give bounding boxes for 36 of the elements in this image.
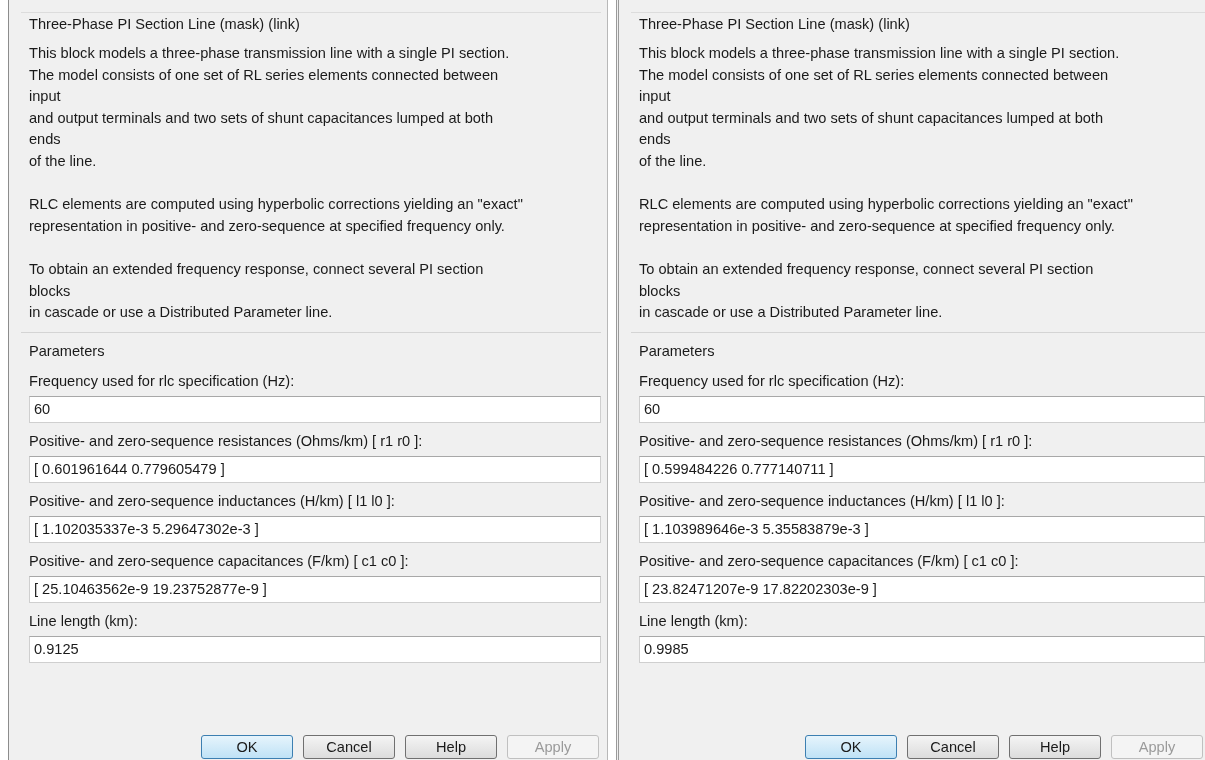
parameter-field[interactable]: 0.9125 xyxy=(29,635,601,663)
block-title: Three-Phase PI Section Line (mask) (link) xyxy=(29,15,301,34)
dialog-button[interactable]: Help xyxy=(405,735,497,759)
description-paragraph: This block models a three-phase transmission line with a single PI section. The model consists of one set of RL series elements connected between input and output terminals and two sets of shunt capacitances lumped at both ends of the line. xyxy=(29,44,511,171)
dialog-button[interactable]: OK xyxy=(201,735,293,759)
parameter-field[interactable]: 0.9985 xyxy=(639,635,1205,663)
description-paragraph: This block models a three-phase transmission line with a single PI section. The model consists of one set of RL series elements connected between input and output terminals and two sets of shunt capacitances lumped at both ends of the line. xyxy=(639,44,1121,171)
parameter-label: Positive- and zero-sequence inductances (H/km) [ l1 l0 ]: xyxy=(29,491,396,511)
parameter-label: Frequency used for rlc specification (Hz): xyxy=(29,371,296,391)
description-paragraph: RLC elements are computed using hyperbolic corrections yielding an "exact" representation in positive- and zero-sequence at specified frequency only. xyxy=(639,195,1134,236)
dialog-button[interactable]: OK xyxy=(805,735,897,759)
dialog-button[interactable]: Cancel xyxy=(303,735,395,759)
parameter-field[interactable]: [ 0.601961644 0.779605479 ] xyxy=(29,455,601,483)
parameter-label: Positive- and zero-sequence inductances (H/km) [ l1 l0 ]: xyxy=(639,491,1006,511)
parameter-field[interactable]: 60 xyxy=(29,395,601,423)
parameter-field[interactable]: [ 1.102035337e-3 5.29647302e-3 ] xyxy=(29,515,601,543)
parameter-label: Frequency used for rlc specification (Hz): xyxy=(639,371,906,391)
parameter-label: Positive- and zero-sequence resistances (Ohms/km) [ r1 r0 ]: xyxy=(29,431,424,451)
parameter-label: Positive- and zero-sequence resistances (Ohms/km) [ r1 r0 ]: xyxy=(639,431,1034,451)
description-paragraph: To obtain an extended frequency response, connect several PI section blocks in cascade or use a Distributed Parameter line. xyxy=(639,259,1095,323)
parameter-label: Positive- and zero-sequence capacitances (F/km) [ c1 c0 ]: xyxy=(639,551,1020,571)
block-title: Three-Phase PI Section Line (mask) (link) xyxy=(639,15,911,34)
parameter-field[interactable]: [ 23.82471207e-9 17.82202303e-9 ] xyxy=(639,575,1205,603)
dialog-button[interactable]: Help xyxy=(1009,735,1101,759)
parameter-label: Line length (km): xyxy=(29,611,139,631)
parameter-field[interactable]: 60 xyxy=(639,395,1205,423)
section-title: Parameters xyxy=(639,341,716,361)
description-paragraph: RLC elements are computed using hyperbolic corrections yielding an "exact" representation in positive- and zero-sequence at specified frequency only. xyxy=(29,195,524,236)
parameter-label: Line length (km): xyxy=(639,611,749,631)
dialog-button[interactable]: Cancel xyxy=(907,735,999,759)
parameter-label: Positive- and zero-sequence capacitances (F/km) [ c1 c0 ]: xyxy=(29,551,410,571)
parameter-field[interactable]: [ 25.10463562e-9 19.23752877e-9 ] xyxy=(29,575,601,603)
section-title: Parameters xyxy=(29,341,106,361)
parameter-field[interactable]: [ 0.599484226 0.777140711 ] xyxy=(639,455,1205,483)
description-paragraph: To obtain an extended frequency response, connect several PI section blocks in cascade or use a Distributed Parameter line. xyxy=(29,259,485,323)
parameter-field[interactable]: [ 1.103989646e-3 5.35583879e-3 ] xyxy=(639,515,1205,543)
